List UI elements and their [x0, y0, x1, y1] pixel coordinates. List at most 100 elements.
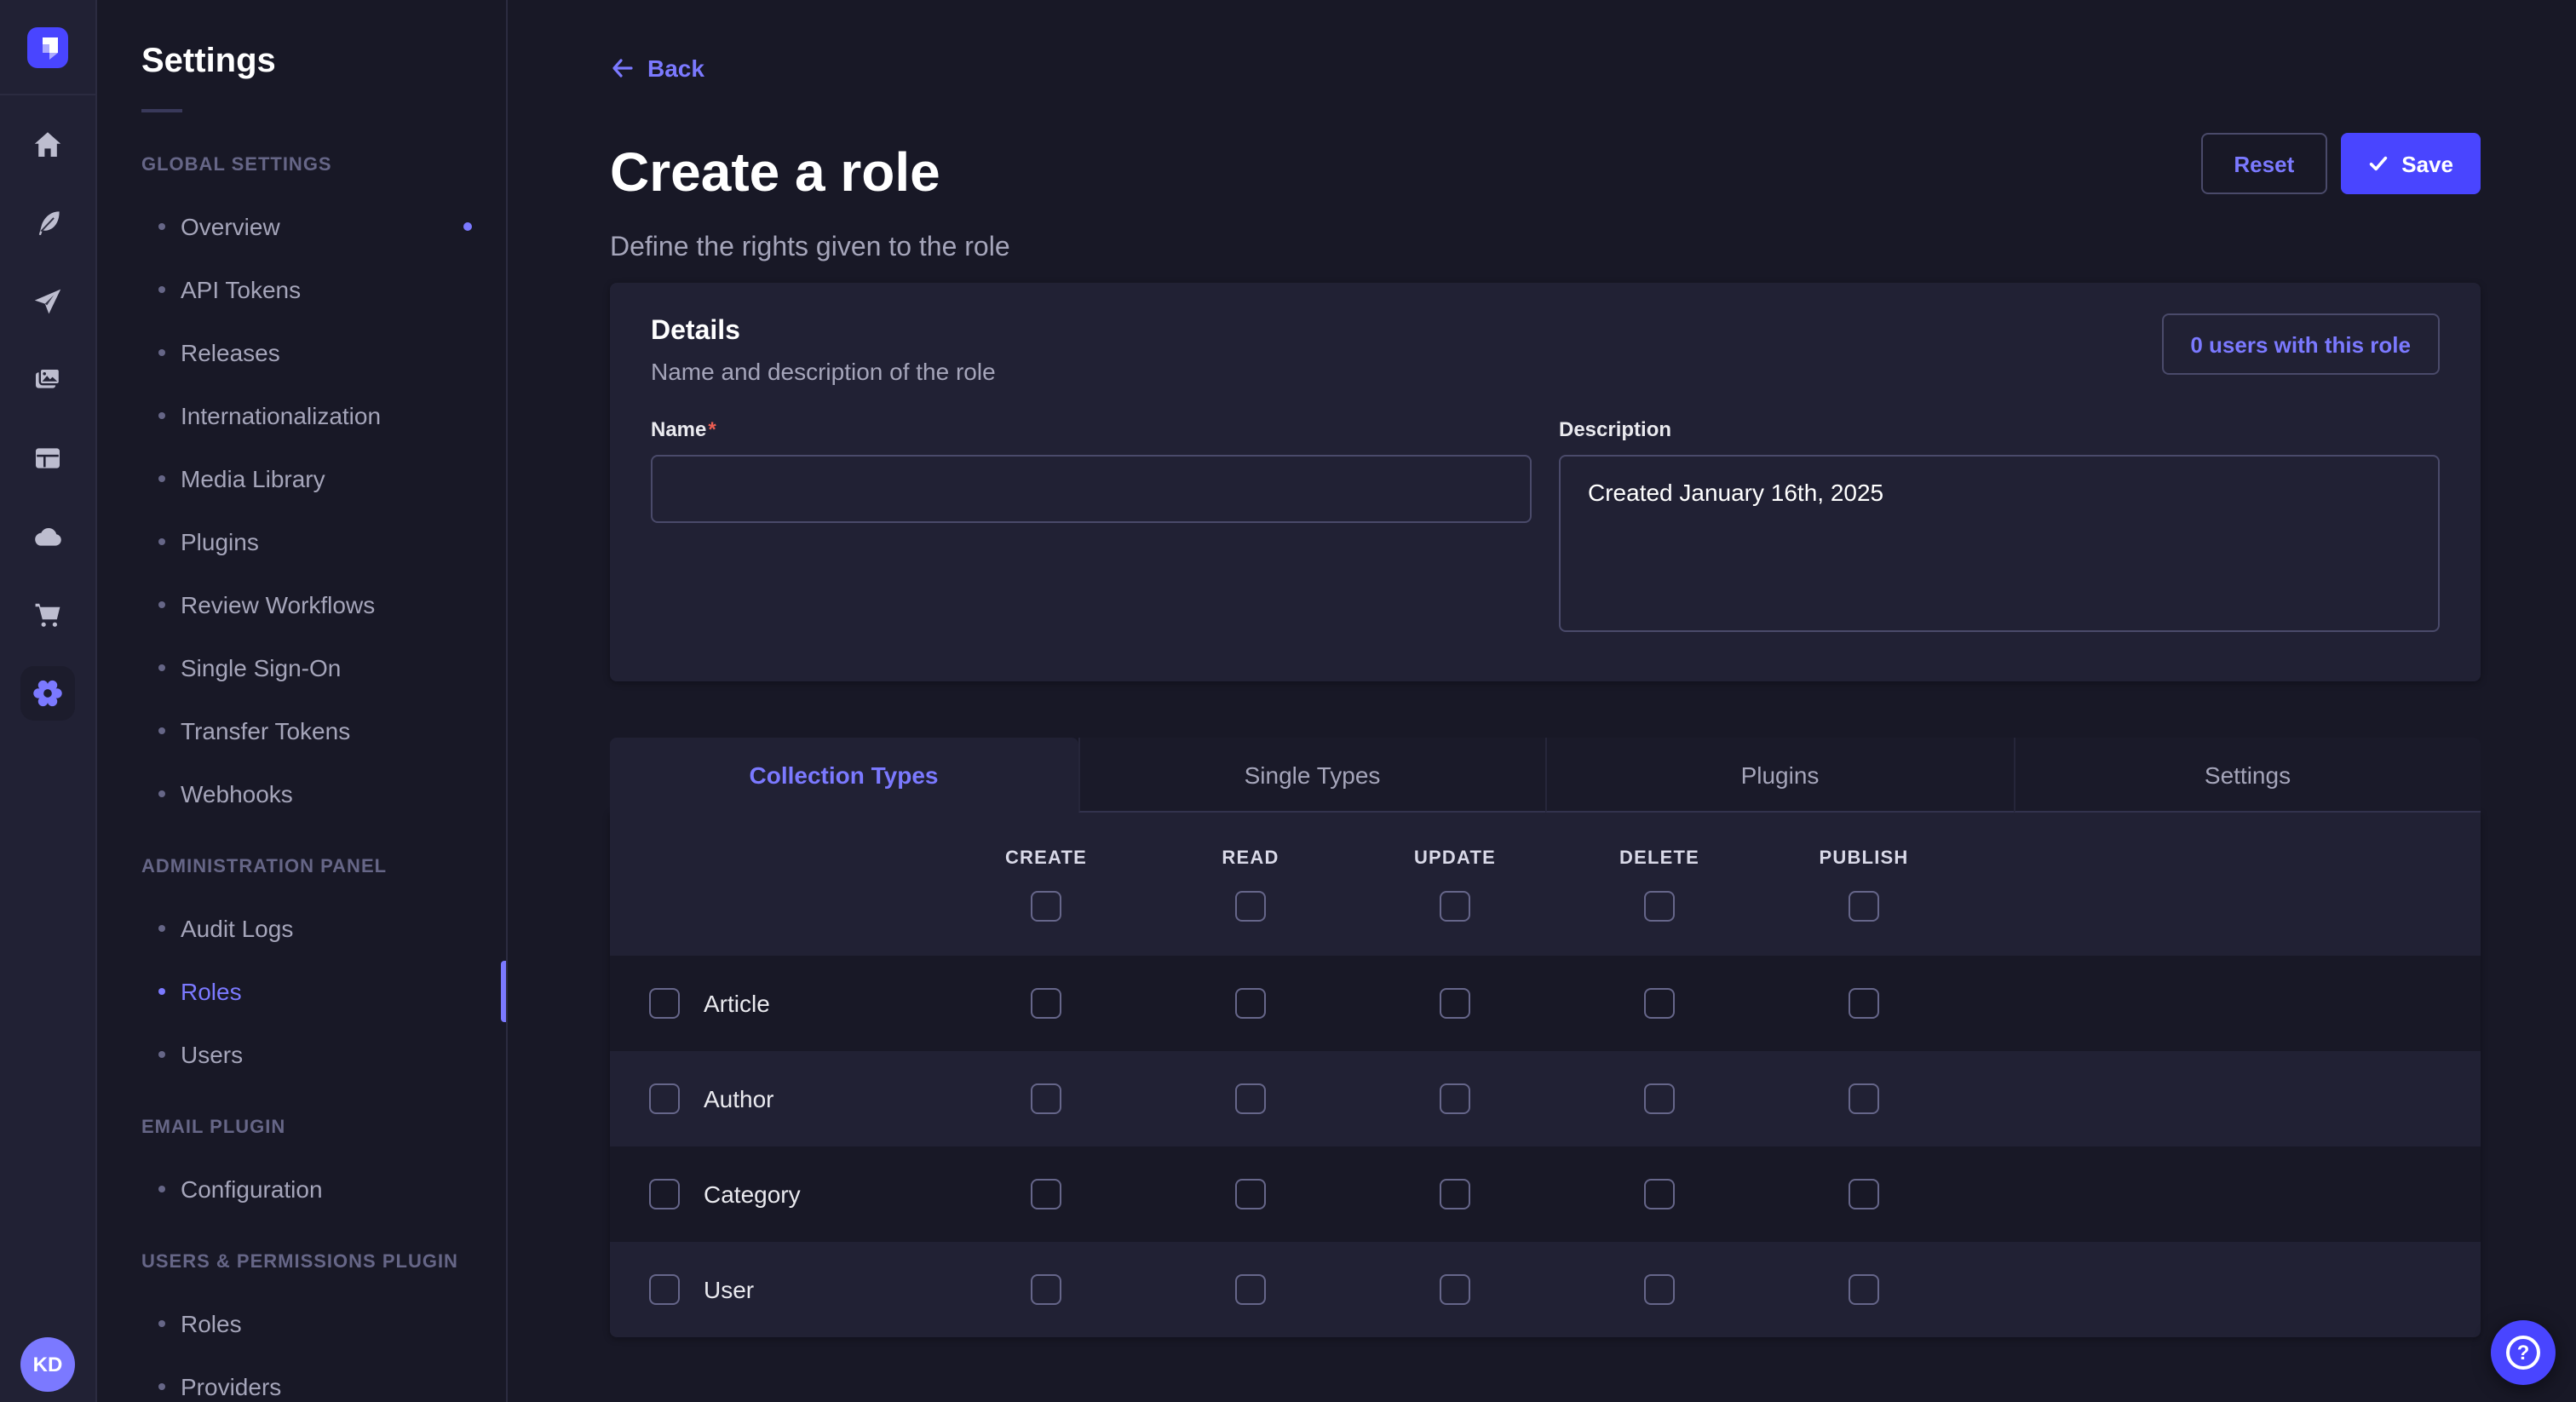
- main-content: Back Create a role Define the rights giv…: [508, 0, 2576, 1402]
- name-label: Name*: [651, 417, 716, 441]
- sidebar-item-transfer-tokens[interactable]: Transfer Tokens: [97, 698, 506, 761]
- cart-icon[interactable]: [26, 593, 70, 637]
- tab-settings[interactable]: Settings: [2013, 738, 2481, 813]
- permission-cell: [1762, 988, 1966, 1019]
- images-icon[interactable]: [26, 358, 70, 402]
- permission-user-delete-checkbox[interactable]: [1644, 1274, 1675, 1305]
- permission-cell: [1148, 988, 1353, 1019]
- sidebar-item-configuration[interactable]: Configuration: [97, 1157, 506, 1220]
- permission-cell: [1148, 1083, 1353, 1114]
- sidebar-item-releases[interactable]: Releases: [97, 320, 506, 383]
- header-col-read: READ: [1148, 813, 1353, 956]
- description-textarea[interactable]: Created January 16th, 2025: [1559, 455, 2440, 632]
- avatar[interactable]: KD: [20, 1337, 75, 1392]
- select-row-article-checkbox[interactable]: [649, 988, 680, 1019]
- back-link[interactable]: Back: [610, 51, 704, 85]
- strapi-logo[interactable]: [27, 27, 68, 68]
- bullet-icon: [158, 987, 165, 994]
- header-col-create: CREATE: [944, 813, 1148, 956]
- permission-category-delete-checkbox[interactable]: [1644, 1179, 1675, 1210]
- sidebar-item-internationalization[interactable]: Internationalization: [97, 383, 506, 446]
- permission-user-read-checkbox[interactable]: [1235, 1274, 1266, 1305]
- permissions-card: Collection TypesSingle TypesPluginsSetti…: [610, 738, 2481, 1337]
- permission-author-publish-checkbox[interactable]: [1849, 1083, 1879, 1114]
- details-fields: Name* Description Created January 16th, …: [651, 414, 2440, 641]
- permission-category-update-checkbox[interactable]: [1440, 1179, 1470, 1210]
- gear-icon[interactable]: [20, 666, 75, 721]
- permission-article-read-checkbox[interactable]: [1235, 988, 1266, 1019]
- permission-author-read-checkbox[interactable]: [1235, 1083, 1266, 1114]
- subnav-section-label: EMAIL PLUGIN: [141, 1116, 506, 1140]
- select-row-user-checkbox[interactable]: [649, 1274, 680, 1305]
- header-col-update: UPDATE: [1353, 813, 1557, 956]
- select-all-read-checkbox[interactable]: [1235, 890, 1266, 921]
- name-field-group: Name*: [651, 414, 1532, 641]
- permission-author-delete-checkbox[interactable]: [1644, 1083, 1675, 1114]
- permission-category-create-checkbox[interactable]: [1031, 1179, 1061, 1210]
- permission-author-create-checkbox[interactable]: [1031, 1083, 1061, 1114]
- tab-collection-types[interactable]: Collection Types: [610, 738, 1078, 813]
- users-with-role-button[interactable]: 0 users with this role: [2161, 313, 2440, 375]
- permissions-table: CREATEREADUPDATEDELETEPUBLISH ArticleAut…: [610, 813, 2481, 1337]
- sidebar-item-providers[interactable]: Providers: [97, 1354, 506, 1402]
- permission-cell: [1557, 1274, 1762, 1305]
- sidebar-item-api-tokens[interactable]: API Tokens: [97, 257, 506, 320]
- sidebar-item-review-workflows[interactable]: Review Workflows: [97, 572, 506, 635]
- sidebar-item-label: Roles: [181, 1309, 242, 1336]
- select-row-author-checkbox[interactable]: [649, 1083, 680, 1114]
- subnav-title: Settings: [141, 41, 506, 82]
- permission-cell: [944, 1179, 1148, 1210]
- permission-article-create-checkbox[interactable]: [1031, 988, 1061, 1019]
- sidebar-item-roles[interactable]: Roles: [97, 959, 506, 1022]
- sidebar-item-users[interactable]: Users: [97, 1022, 506, 1085]
- subnav-section: ADMINISTRATION PANELAudit LogsRolesUsers: [97, 855, 506, 1085]
- permission-category-publish-checkbox[interactable]: [1849, 1179, 1879, 1210]
- description-field-group: Description Created January 16th, 2025: [1559, 414, 2440, 641]
- select-all-update-checkbox[interactable]: [1440, 890, 1470, 921]
- help-button[interactable]: ?: [2491, 1320, 2556, 1385]
- tab-plugins[interactable]: Plugins: [1545, 738, 2013, 813]
- sidebar-item-roles[interactable]: Roles: [97, 1291, 506, 1354]
- select-row-category-checkbox[interactable]: [649, 1179, 680, 1210]
- permission-article-publish-checkbox[interactable]: [1849, 988, 1879, 1019]
- row-label-cell: Category: [610, 1179, 944, 1210]
- sidebar-item-plugins[interactable]: Plugins: [97, 509, 506, 572]
- cloud-icon[interactable]: [26, 514, 70, 559]
- name-input[interactable]: [651, 455, 1532, 523]
- sidebar-item-webhooks[interactable]: Webhooks: [97, 761, 506, 825]
- paper-plane-icon[interactable]: [26, 279, 70, 324]
- permission-user-update-checkbox[interactable]: [1440, 1274, 1470, 1305]
- details-card: Details Name and description of the role…: [610, 283, 2481, 681]
- sidebar-item-media-library[interactable]: Media Library: [97, 446, 506, 509]
- sidebar-item-overview[interactable]: Overview: [97, 194, 506, 257]
- active-item-indicator: [501, 960, 506, 1021]
- sidebar-item-label: Audit Logs: [181, 914, 293, 941]
- back-arrow-icon: [610, 56, 634, 80]
- layout-icon[interactable]: [26, 436, 70, 480]
- permission-user-create-checkbox[interactable]: [1031, 1274, 1061, 1305]
- permission-article-delete-checkbox[interactable]: [1644, 988, 1675, 1019]
- permission-user-publish-checkbox[interactable]: [1849, 1274, 1879, 1305]
- sidebar-item-audit-logs[interactable]: Audit Logs: [97, 896, 506, 959]
- bullet-icon: [158, 1185, 165, 1192]
- feather-icon[interactable]: [26, 201, 70, 245]
- tab-single-types[interactable]: Single Types: [1078, 738, 1545, 813]
- home-icon[interactable]: [26, 123, 70, 167]
- bullet-icon: [158, 222, 165, 229]
- select-all-create-checkbox[interactable]: [1031, 890, 1061, 921]
- details-title: Details: [651, 313, 996, 351]
- permission-cell: [1148, 1179, 1353, 1210]
- permission-cell: [1762, 1083, 1966, 1114]
- sidebar-item-single-sign-on[interactable]: Single Sign-On: [97, 635, 506, 698]
- bullet-icon: [158, 727, 165, 733]
- reset-button[interactable]: Reset: [2201, 133, 2326, 194]
- save-button[interactable]: Save: [2340, 133, 2481, 194]
- permission-cell: [1762, 1274, 1966, 1305]
- bullet-icon: [158, 790, 165, 796]
- select-all-delete-checkbox[interactable]: [1644, 890, 1675, 921]
- permission-article-update-checkbox[interactable]: [1440, 988, 1470, 1019]
- header-col-delete: DELETE: [1557, 813, 1762, 956]
- select-all-publish-checkbox[interactable]: [1849, 890, 1879, 921]
- permission-category-read-checkbox[interactable]: [1235, 1179, 1266, 1210]
- permission-author-update-checkbox[interactable]: [1440, 1083, 1470, 1114]
